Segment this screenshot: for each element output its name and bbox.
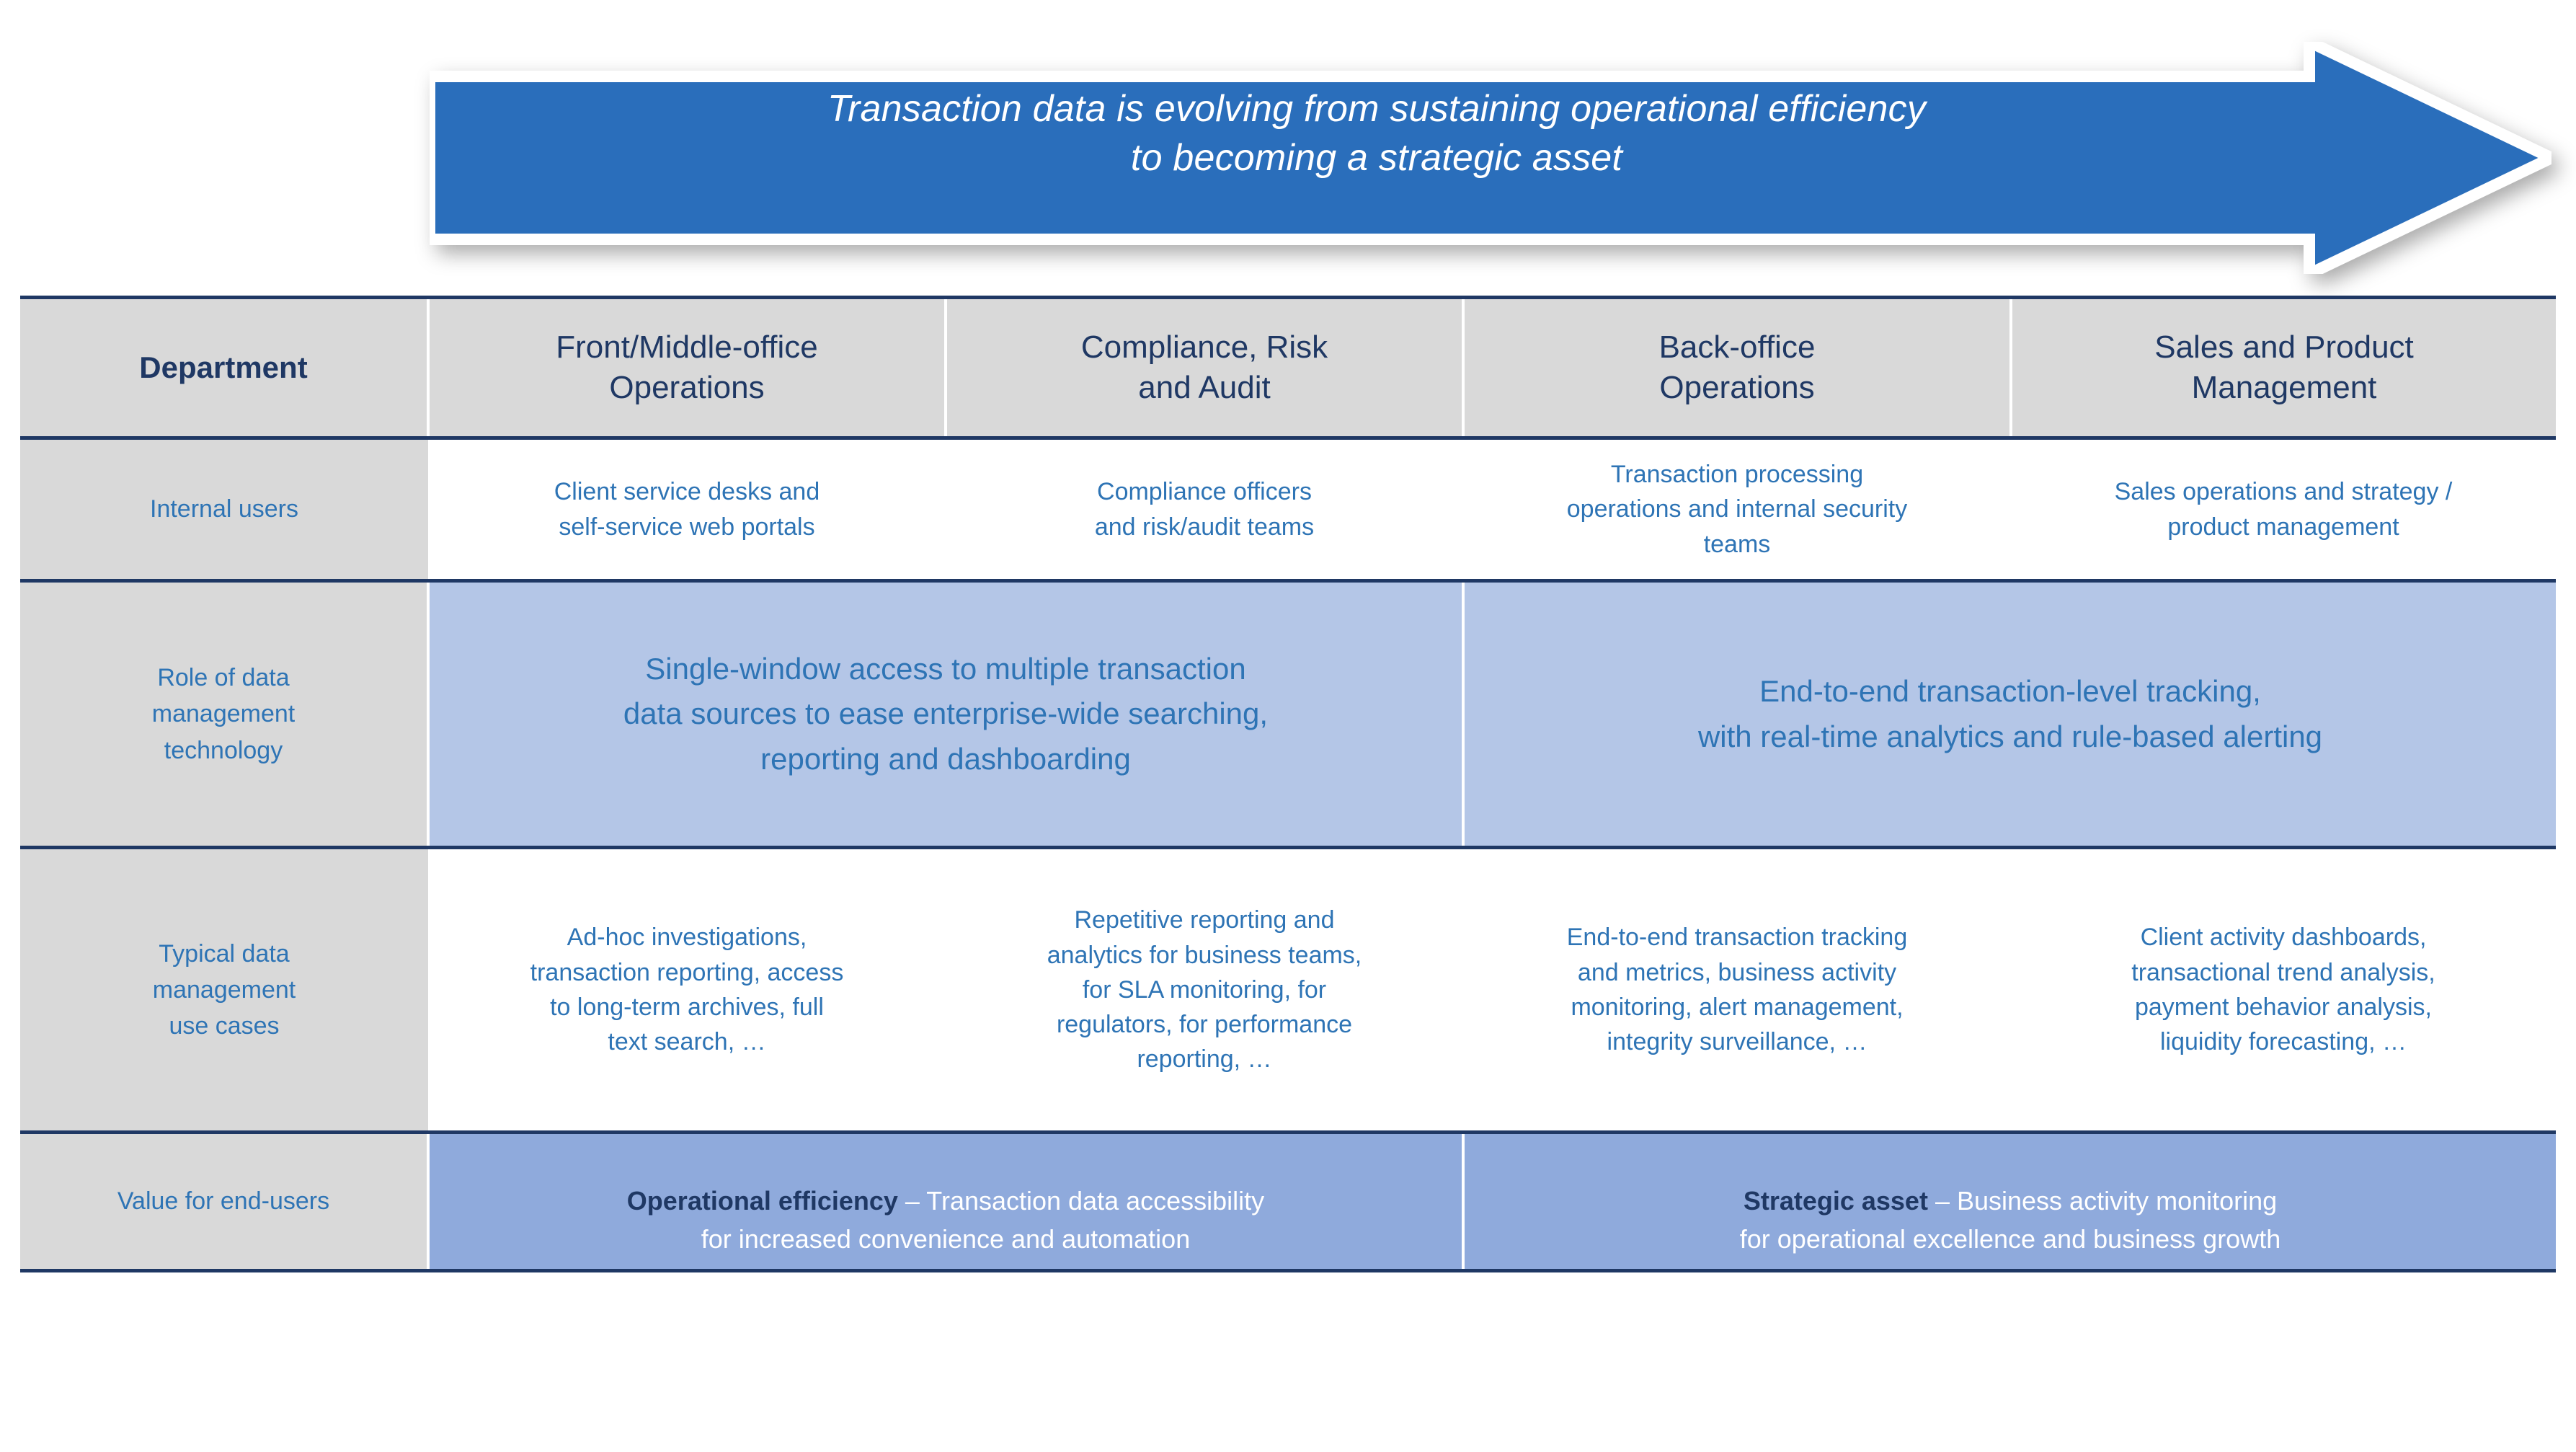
arrow-polygon [430, 42, 2551, 274]
column-header-back-office: Back-office Operations [1462, 296, 2011, 440]
column-header-compliance-risk-audit: Compliance, Risk and Audit [944, 296, 1463, 440]
cell-internal-users-front-middle-office: Client service desks and self-service we… [428, 436, 946, 583]
header-department-label: Department [20, 296, 428, 440]
cell-use-cases-front-middle-office: Ad-hoc investigations, transaction repor… [428, 846, 946, 1134]
value-lead-strategic-asset: Strategic asset [1743, 1186, 1928, 1216]
cell-use-cases-compliance: Repetitive reporting and analytics for b… [946, 846, 1463, 1134]
banner-arrow-shape [430, 42, 2551, 274]
row-label-value-for-end-users: Value for end-users [20, 1130, 428, 1272]
cell-value-strategic-asset: Strategic asset – Business activity moni… [1462, 1130, 2556, 1272]
cell-role-operational-merged: Single-window access to multiple transac… [427, 579, 1463, 849]
cell-use-cases-back-office: End-to-end transaction tracking and metr… [1463, 846, 2011, 1134]
row-label-role-of-data-management: Role of data management technology [20, 579, 428, 849]
row-label-typical-use-cases: Typical data management use cases [20, 846, 428, 1134]
value-lead-operational-efficiency: Operational efficiency [626, 1186, 898, 1216]
column-header-front-middle-office: Front/Middle-office Operations [427, 296, 946, 440]
column-header-sales-product-management: Sales and Product Management [2009, 296, 2556, 440]
table-row-typical-use-cases: Typical data management use cases Ad-hoc… [20, 846, 2556, 1134]
table-row-value-for-end-users: Value for end-users Operational efficien… [20, 1130, 2556, 1272]
cell-role-strategic-merged: End-to-end transaction-level tracking, w… [1462, 579, 2556, 849]
cell-internal-users-sales-product: Sales operations and strategy / product … [2011, 436, 2556, 583]
table-row-role-of-data-management: Role of data management technology Singl… [20, 579, 2556, 849]
cell-use-cases-sales-product: Client activity dashboards, transactiona… [2011, 846, 2556, 1134]
table-header-row: Department Front/Middle-office Operation… [20, 296, 2556, 440]
department-matrix-table: Department Front/Middle-office Operation… [20, 296, 2556, 1272]
cell-value-operational-efficiency: Operational efficiency – Transaction dat… [427, 1130, 1463, 1272]
cell-internal-users-compliance: Compliance officers and risk/audit teams [946, 436, 1463, 583]
row-label-internal-users: Internal users [20, 436, 428, 583]
table-row-internal-users: Internal users Client service desks and … [20, 436, 2556, 583]
cell-internal-users-back-office: Transaction processing operations and in… [1463, 436, 2011, 583]
